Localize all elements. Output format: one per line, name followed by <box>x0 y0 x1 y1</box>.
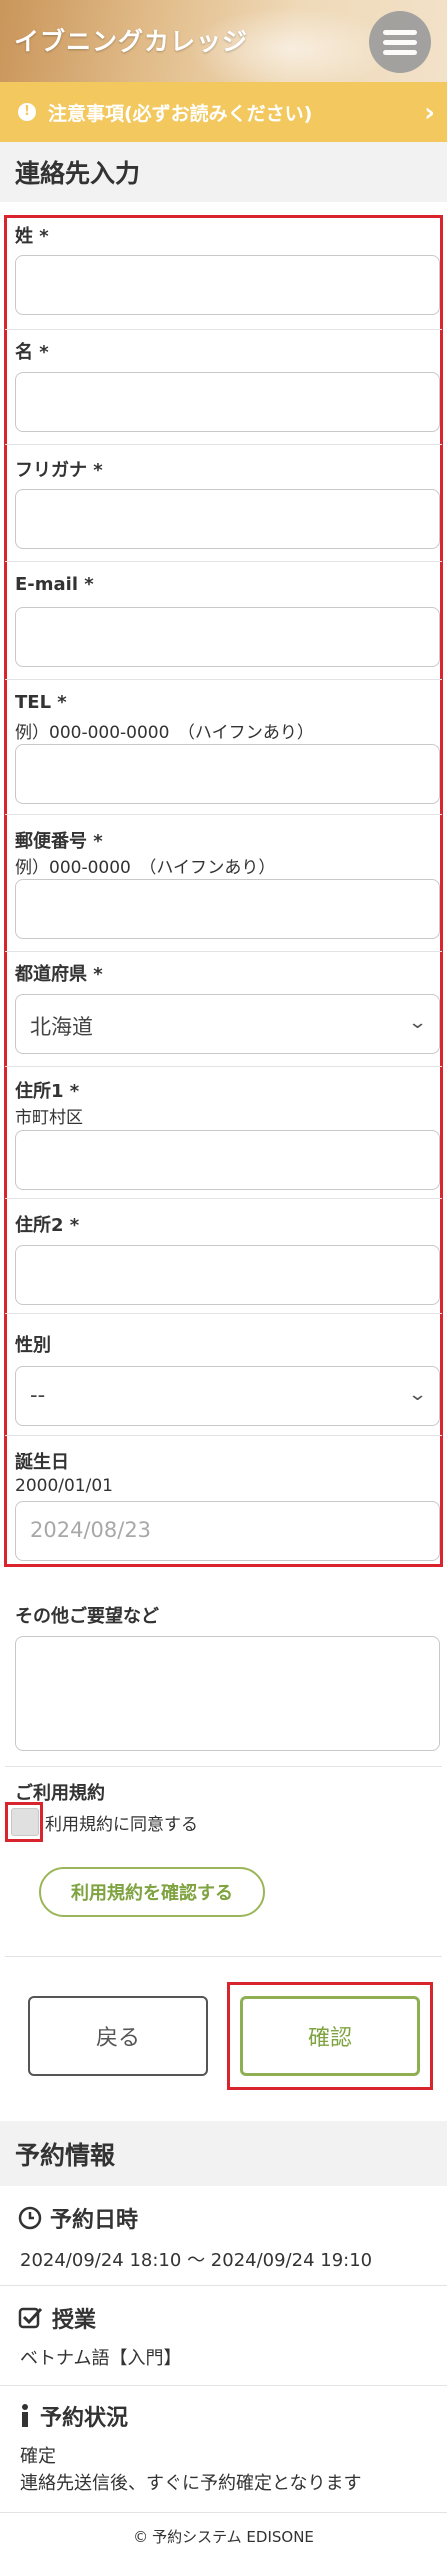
footer-text: 予約システム EDISONE <box>152 2528 314 2546</box>
gender-label: 性別 <box>15 1335 51 1356</box>
reservation-class-heading: 授業 <box>18 2302 96 2334</box>
address1-hint: 市町村区 <box>15 1108 83 1128</box>
chevron-down-icon: ⌄ <box>407 1012 428 1033</box>
birthday-hint: 2000/01/01 <box>15 1476 113 1496</box>
hamburger-menu-icon[interactable] <box>369 11 431 73</box>
birthday-field: 誕生日 2000/01/01 2024/08/23 <box>5 1436 442 1564</box>
first-name-field: 名 * <box>5 330 442 445</box>
email-field: E-mail * <box>5 562 442 680</box>
site-header: イブニングカレッジ <box>0 0 447 82</box>
furigana-label: フリガナ * <box>15 460 103 481</box>
confirm-button[interactable]: 確認 <box>240 1996 420 2076</box>
tel-hint: 例）000-000-0000 （ハイフンあり） <box>15 723 314 743</box>
requests-label: その他ご要望など <box>15 1606 159 1627</box>
last-name-field: 姓 * <box>5 218 442 330</box>
prefecture-selected-value: 北海道 <box>30 1015 93 1039</box>
last-name-input[interactable] <box>15 255 440 315</box>
terms-agree-checkbox[interactable] <box>11 1808 39 1836</box>
info-icon: ! <box>18 103 36 121</box>
birthday-label: 誕生日 <box>15 1452 69 1473</box>
reservation-status-value: 確定 <box>20 2446 56 2467</box>
clock-icon <box>18 2206 42 2230</box>
terms-agree-label[interactable]: 利用規約に同意する <box>45 1810 198 1835</box>
reservation-datetime-title: 予約日時 <box>50 2208 139 2233</box>
requests-textarea[interactable] <box>15 1636 440 1751</box>
notice-text: 注意事項(必ずお読みください) <box>48 102 313 125</box>
birthday-input[interactable]: 2024/08/23 <box>15 1501 440 1561</box>
furigana-field: フリガナ * <box>5 445 442 562</box>
address2-label: 住所2 * <box>15 1215 80 1236</box>
back-button[interactable]: 戻る <box>28 1996 208 2076</box>
prefecture-field: 都道府県 * 北海道 ⌄ <box>5 952 442 1067</box>
email-label: E-mail * <box>15 574 94 595</box>
prefecture-label: 都道府県 * <box>15 964 103 985</box>
notice-bar[interactable]: ! 注意事項(必ずお読みください) › <box>0 82 447 142</box>
birthday-placeholder: 2024/08/23 <box>30 1518 152 1542</box>
gender-select[interactable]: -- ⌄ <box>15 1366 440 1426</box>
reservation-class-value: ベトナム語【入門】 <box>20 2348 182 2369</box>
reservation-datetime-value: 2024/09/24 18:10 〜 2024/09/24 19:10 <box>20 2250 373 2271</box>
postal-input[interactable] <box>15 879 440 939</box>
brand-logo-text[interactable]: イブニングカレッジ <box>14 22 248 58</box>
chevron-down-icon: ⌄ <box>407 1384 428 1405</box>
address2-input[interactable] <box>15 1245 440 1305</box>
reservation-section-title: 予約情報 <box>0 2121 447 2186</box>
reservation-status-row: 予約状況 確定 連絡先送信後、すぐに予約確定となります <box>0 2386 447 2513</box>
reservation-class-row: 授業 ベトナム語【入門】 <box>0 2286 447 2386</box>
reservation-status-heading: 予約状況 <box>18 2400 128 2432</box>
site-footer: © 予約システム EDISONE <box>0 2513 447 2560</box>
reservation-status-title: 予約状況 <box>40 2406 129 2431</box>
reservation-status-note: 連絡先送信後、すぐに予約確定となります <box>20 2473 362 2494</box>
address2-field: 住所2 * <box>5 1199 442 1314</box>
address1-input[interactable] <box>15 1130 440 1190</box>
email-input[interactable] <box>15 607 440 667</box>
prefecture-select[interactable]: 北海道 ⌄ <box>15 994 440 1054</box>
reservation-datetime-heading: 予約日時 <box>18 2202 138 2234</box>
address1-field: 住所1 * 市町村区 <box>5 1067 442 1199</box>
checkbox-checked-icon <box>18 2307 43 2329</box>
last-name-label: 姓 * <box>15 226 49 247</box>
tel-label: TEL * <box>15 692 67 713</box>
tel-field: TEL * 例）000-000-0000 （ハイフンあり） <box>5 680 442 815</box>
info-icon <box>22 2404 28 2427</box>
reservation-datetime-row: 予約日時 2024/09/24 18:10 〜 2024/09/24 19:10 <box>0 2186 447 2286</box>
tel-input[interactable] <box>15 744 440 804</box>
gender-selected-value: -- <box>30 1383 46 1407</box>
view-terms-button[interactable]: 利用規約を確認する <box>39 1867 265 1917</box>
copyright-icon: © <box>133 2527 149 2546</box>
first-name-label: 名 * <box>15 342 49 363</box>
postal-label: 郵便番号 * <box>15 831 103 852</box>
requests-field: その他ご要望など <box>5 1592 442 1767</box>
first-name-input[interactable] <box>15 372 440 432</box>
postal-hint: 例）000-0000 （ハイフンあり） <box>15 858 276 878</box>
contact-section-title: 連絡先入力 <box>0 142 447 202</box>
gender-field: 性別 -- ⌄ <box>5 1314 442 1436</box>
chevron-right-icon: › <box>424 98 435 128</box>
postal-field: 郵便番号 * 例）000-0000 （ハイフンあり） <box>5 815 442 952</box>
address1-label: 住所1 * <box>15 1081 80 1102</box>
terms-field: ご利用規約 利用規約に同意する 利用規約を確認する <box>5 1767 442 1957</box>
reservation-class-title: 授業 <box>52 2308 97 2333</box>
furigana-input[interactable] <box>15 489 440 549</box>
